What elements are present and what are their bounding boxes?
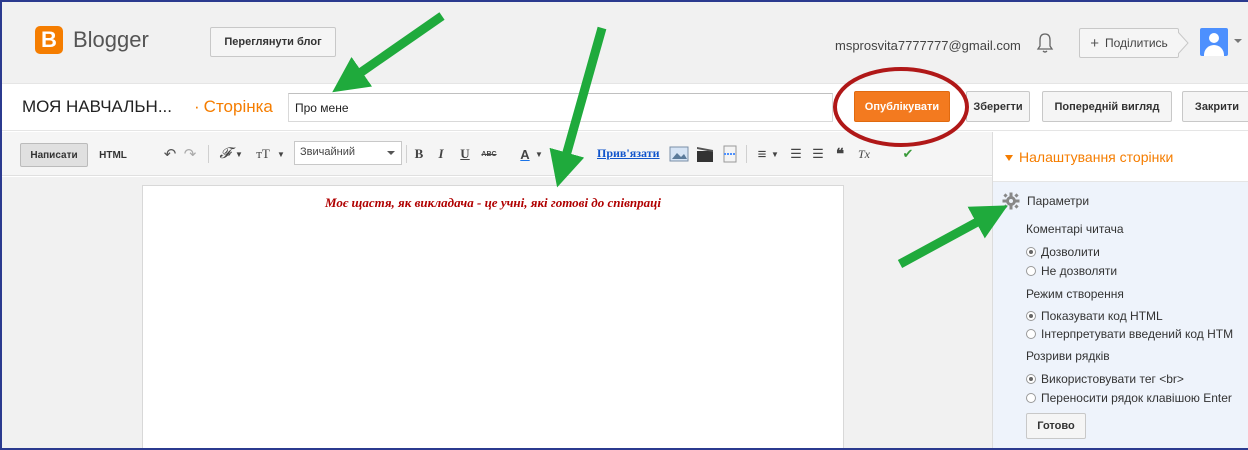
- blogger-logo[interactable]: B Blogger: [35, 26, 149, 54]
- font-size-icon[interactable]: тT: [252, 143, 274, 165]
- radio-checked-icon: [1026, 247, 1036, 257]
- share-count-arrow-icon: [1178, 31, 1189, 55]
- bulleted-list-icon[interactable]: ☰: [810, 143, 826, 165]
- format-select[interactable]: Звичайний: [294, 141, 402, 165]
- numbered-list-icon[interactable]: ☰: [788, 143, 804, 165]
- view-blog-button[interactable]: Переглянути блог: [210, 27, 336, 57]
- radio-label: Переносити рядок клавішою Enter: [1041, 391, 1232, 405]
- radio-checked-icon: [1026, 374, 1036, 384]
- options-section-title[interactable]: Параметри: [1027, 194, 1089, 208]
- radio-unchecked-icon: [1026, 329, 1036, 339]
- plus-icon: +: [1090, 34, 1099, 52]
- html-mode-button[interactable]: HTML: [91, 143, 135, 167]
- editor-canvas[interactable]: Моє щастя, як викладача - це учні, які г…: [142, 185, 844, 448]
- radio-checked-icon: [1026, 311, 1036, 321]
- link-button[interactable]: Прив'язати: [597, 146, 660, 161]
- chevron-down-icon[interactable]: ▼: [234, 143, 244, 165]
- share-label: Поділитись: [1104, 36, 1168, 50]
- done-button[interactable]: Готово: [1026, 413, 1086, 439]
- radio-label: Показувати код HTML: [1041, 309, 1163, 323]
- clear-formatting-icon[interactable]: Tx: [854, 143, 874, 165]
- publish-button[interactable]: Опублікувати: [854, 91, 950, 122]
- settings-panel-header[interactable]: Налаштування сторінки: [993, 132, 1248, 182]
- bold-button[interactable]: B: [412, 143, 426, 165]
- underline-button[interactable]: U: [458, 143, 472, 165]
- reader-comments-label: Коментарі читача: [1026, 222, 1124, 236]
- avatar-shoulders: [1204, 45, 1224, 56]
- expand-triangle-icon: [1005, 155, 1013, 161]
- account-email[interactable]: msprosvita7777777@gmail.com: [835, 38, 1021, 53]
- compose-mode-label: Режим створення: [1026, 287, 1124, 301]
- toolbar-divider: [208, 145, 209, 163]
- chevron-down-icon[interactable]: ▼: [276, 143, 286, 165]
- radio-unchecked-icon: [1026, 393, 1036, 403]
- spellcheck-icon[interactable]: ✔: [900, 143, 916, 165]
- avatar[interactable]: [1200, 28, 1228, 56]
- radio-allow-comments[interactable]: Дозволити: [1026, 245, 1100, 259]
- app-name: Blogger: [73, 27, 149, 52]
- bell-icon[interactable]: [1035, 31, 1055, 55]
- align-icon[interactable]: ≡: [754, 143, 770, 165]
- strikethrough-button[interactable]: ABC: [480, 143, 498, 165]
- close-button[interactable]: Закрити: [1182, 91, 1248, 122]
- blogger-icon: B: [35, 26, 63, 54]
- share-button[interactable]: + Поділитись: [1079, 28, 1179, 58]
- radio-use-br-tag[interactable]: Використовувати тег <br>: [1026, 372, 1184, 386]
- window-frame: B Blogger Переглянути блог msprosvita777…: [0, 0, 1248, 450]
- top-bar: B Blogger Переглянути блог msprosvita777…: [2, 2, 1248, 84]
- radio-show-html[interactable]: Показувати код HTML: [1026, 309, 1163, 323]
- radio-label: Дозволити: [1041, 245, 1100, 259]
- chevron-down-icon: [387, 151, 395, 155]
- radio-label: Використовувати тег <br>: [1041, 372, 1184, 386]
- text-color-button[interactable]: A: [518, 143, 532, 165]
- editor-content[interactable]: Моє щастя, як викладача - це учні, які г…: [143, 195, 843, 211]
- italic-button[interactable]: I: [434, 143, 448, 165]
- avatar-head: [1209, 33, 1219, 43]
- radio-enter-linebreak[interactable]: Переносити рядок клавішою Enter: [1026, 391, 1232, 405]
- page-type-label: · Сторінка: [194, 97, 273, 117]
- radio-unchecked-icon: [1026, 266, 1036, 276]
- jump-break-icon[interactable]: [721, 145, 739, 163]
- redo-icon[interactable]: ↷: [182, 143, 198, 165]
- preview-button[interactable]: Попередній вигляд: [1042, 91, 1172, 122]
- radio-interpret-html[interactable]: Інтерпретувати введений код HTM: [1026, 327, 1233, 341]
- chevron-down-icon[interactable]: [1234, 39, 1242, 43]
- page-title-input[interactable]: [288, 93, 833, 122]
- radio-label: Не дозволяти: [1041, 264, 1118, 278]
- separator-dot: ·: [194, 97, 200, 116]
- compose-mode-button[interactable]: Написати: [20, 143, 88, 167]
- radio-disallow-comments[interactable]: Не дозволяти: [1026, 264, 1117, 278]
- chevron-down-icon[interactable]: ▼: [534, 143, 544, 165]
- toolbar-divider: [406, 145, 407, 163]
- radio-label: Інтерпретувати введений код HTM: [1041, 327, 1234, 341]
- undo-icon[interactable]: ↶: [162, 143, 178, 165]
- line-breaks-label: Розриви рядків: [1026, 349, 1110, 363]
- toolbar-divider: [746, 145, 747, 163]
- page-type-text: Сторінка: [203, 97, 273, 116]
- quote-icon[interactable]: ❝: [832, 143, 848, 165]
- video-icon[interactable]: [695, 145, 715, 163]
- settings-heading: Налаштування сторінки: [1019, 149, 1174, 165]
- gear-icon: [1002, 192, 1020, 210]
- blog-name[interactable]: МОЯ НАВЧАЛЬН...: [22, 97, 172, 117]
- chevron-down-icon[interactable]: ▼: [770, 143, 780, 165]
- format-select-value: Звичайний: [300, 146, 355, 158]
- font-icon[interactable]: 𝓕: [216, 143, 234, 165]
- image-icon[interactable]: [669, 145, 689, 163]
- save-button[interactable]: Зберегти: [966, 91, 1030, 122]
